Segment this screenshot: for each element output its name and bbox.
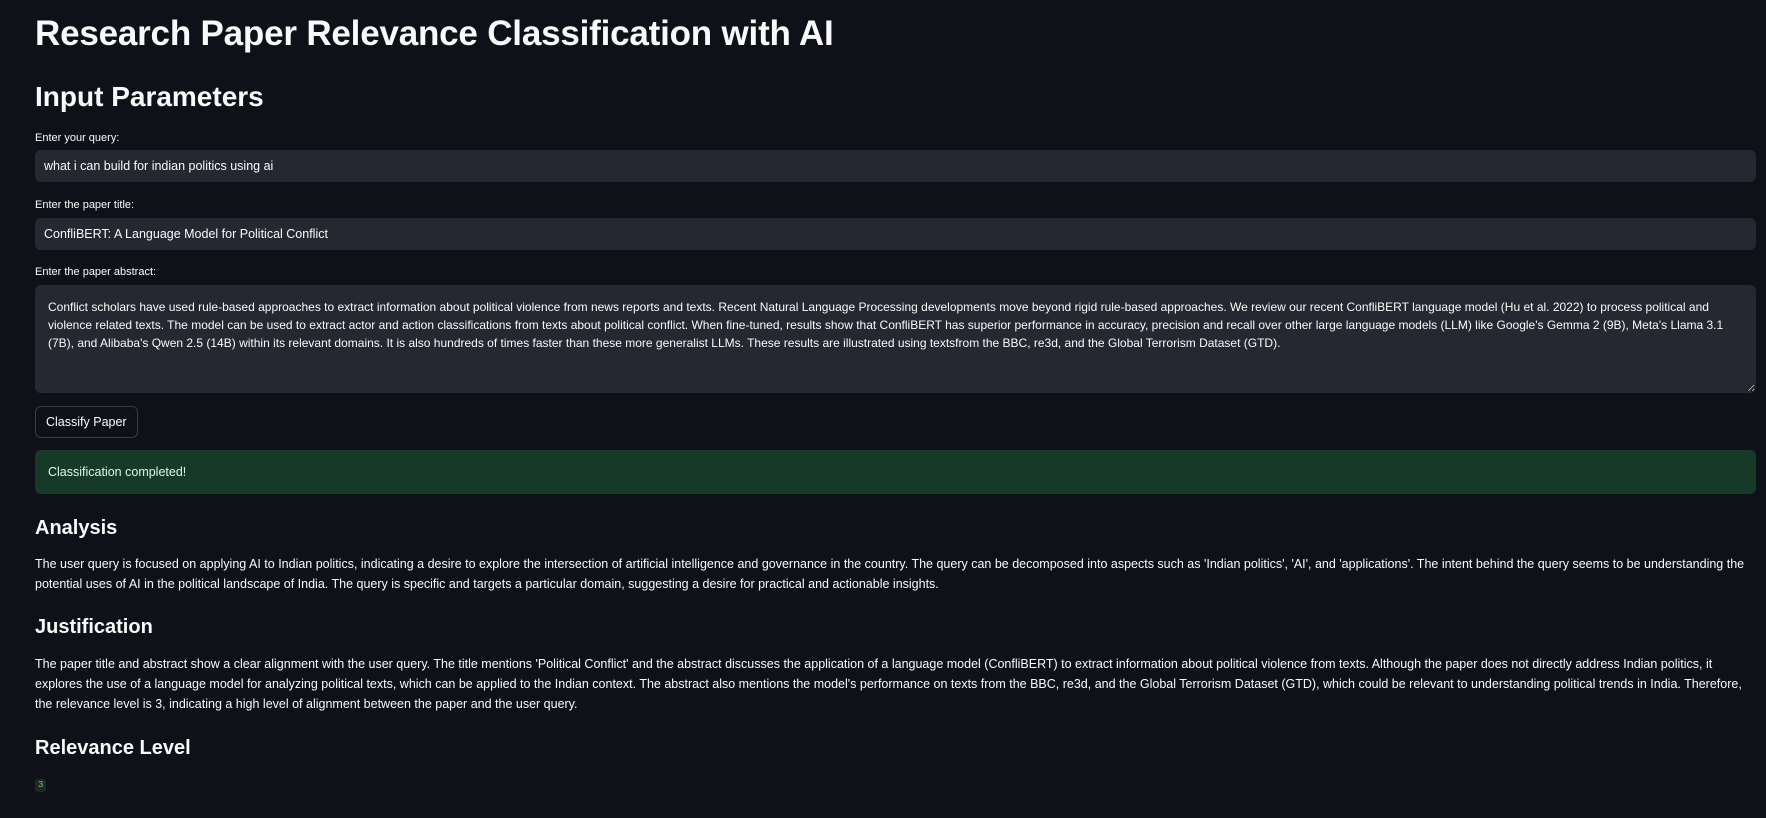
input-parameters-heading: Input Parameters [35, 81, 264, 112]
relevance-level-heading: Relevance Level [35, 737, 191, 759]
success-alert: Classification completed! [35, 450, 1756, 494]
paper-title-label: Enter the paper title: [35, 199, 135, 211]
query-label: Enter your query: [35, 132, 120, 144]
page-title: Research Paper Relevance Classification … [35, 14, 834, 53]
relevance-level-value: 3 [35, 779, 47, 792]
classify-paper-button[interactable]: Classify Paper [35, 406, 138, 438]
query-input[interactable] [35, 150, 1756, 182]
title-field-group: Enter the paper title: [35, 198, 134, 217]
analysis-heading: Analysis [35, 517, 118, 539]
paper-abstract-label: Enter the paper abstract: [35, 266, 157, 278]
justification-text: The paper title and abstract show a clea… [35, 657, 1742, 711]
paper-title-input[interactable] [35, 218, 1756, 250]
paper-abstract-textarea[interactable]: Conflict scholars have used rule-based a… [35, 285, 1756, 393]
app-page: Research Paper Relevance Classification … [0, 0, 1766, 818]
justification-heading: Justification [35, 616, 153, 638]
abstract-field-group: Enter the paper abstract: [35, 265, 156, 284]
query-field-group: Enter your query: [35, 131, 119, 150]
analysis-text: The user query is focused on applying AI… [35, 557, 1745, 591]
